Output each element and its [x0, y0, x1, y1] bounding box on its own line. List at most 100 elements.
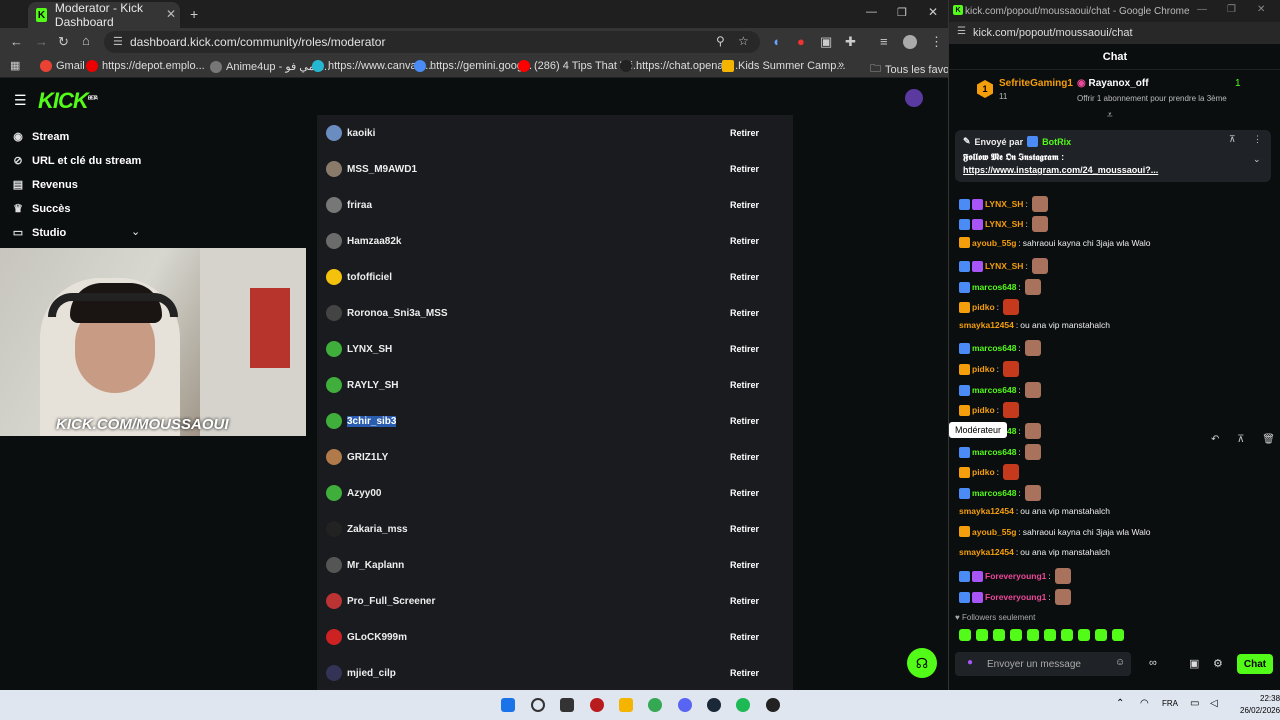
- system-clock[interactable]: 22:38 26/02/2026: [1240, 693, 1280, 717]
- extensions-puzzle-icon[interactable]: ✚: [845, 34, 856, 50]
- address-bar[interactable]: ☰ dashboard.kick.com/community/roles/mod…: [104, 31, 760, 53]
- moderator-badge-icon[interactable]: [959, 384, 970, 396]
- remove-moderator-button[interactable]: Retirer: [730, 236, 759, 246]
- emote-image[interactable]: [1054, 589, 1071, 605]
- remove-moderator-button[interactable]: Retirer: [730, 452, 759, 462]
- file-explorer-icon[interactable]: [619, 698, 633, 712]
- wifi-icon[interactable]: ◠: [1140, 698, 1149, 709]
- emote-item[interactable]: [1010, 629, 1022, 641]
- subscriber-badge-icon[interactable]: [972, 260, 983, 272]
- unpin-icon[interactable]: ⊼: [1229, 134, 1236, 145]
- extension-red-icon[interactable]: ●: [797, 34, 805, 49]
- bookmark-gmail[interactable]: Gmail: [40, 60, 85, 72]
- profile-avatar[interactable]: [903, 35, 917, 49]
- chat-username[interactable]: marcos648: [972, 488, 1016, 498]
- emote-item[interactable]: [1044, 629, 1056, 641]
- chat-input[interactable]: ● Envoyer un message ☺: [955, 652, 1131, 676]
- tab-close-icon[interactable]: ✕: [166, 7, 176, 21]
- chat-username[interactable]: smayka12454: [959, 506, 1014, 516]
- bookmarks-overflow-icon[interactable]: »: [838, 59, 844, 71]
- vip-badge-icon[interactable]: [959, 237, 970, 248]
- chat-username[interactable]: LYNX_SH: [985, 199, 1023, 209]
- spotify-icon[interactable]: [736, 698, 750, 712]
- network-icon[interactable]: ▭: [1190, 698, 1199, 709]
- extension-icon[interactable]: ▣: [820, 34, 832, 50]
- emote-image[interactable]: [1024, 444, 1041, 460]
- moderator-badge-icon[interactable]: [959, 446, 970, 458]
- forward-icon[interactable]: →: [35, 34, 48, 49]
- emote-item[interactable]: [1078, 629, 1090, 641]
- chat-username[interactable]: pidko: [972, 364, 995, 374]
- chat-username[interactable]: LYNX_SH: [985, 261, 1023, 271]
- mic-icon[interactable]: ●: [967, 657, 973, 668]
- pinned-link[interactable]: https://www.instagram.com/24_moussaoui?.…: [963, 165, 1263, 175]
- back-icon[interactable]: ←: [10, 34, 23, 49]
- task-view-icon[interactable]: [560, 698, 574, 712]
- pin-message-icon[interactable]: ⊼: [1237, 434, 1244, 450]
- chat-username[interactable]: smayka12454: [959, 547, 1014, 557]
- emote-item[interactable]: [1061, 629, 1073, 641]
- leader-name[interactable]: SefriteGaming1: [999, 78, 1073, 89]
- remove-moderator-button[interactable]: Retirer: [730, 380, 759, 390]
- settings-gear-icon[interactable]: ⚙: [1213, 657, 1223, 670]
- vip-badge-icon[interactable]: [959, 363, 970, 375]
- chat-username[interactable]: pidko: [972, 405, 995, 415]
- subscriber-badge-icon[interactable]: [972, 218, 983, 230]
- remove-moderator-button[interactable]: Retirer: [730, 164, 759, 174]
- remove-moderator-button[interactable]: Retirer: [730, 344, 759, 354]
- remove-moderator-button[interactable]: Retirer: [730, 524, 759, 534]
- chat-username[interactable]: marcos648: [972, 282, 1016, 292]
- app-red-icon[interactable]: [590, 698, 604, 712]
- zoom-search-icon[interactable]: ⚲: [716, 34, 725, 48]
- home-icon[interactable]: ⌂: [82, 33, 90, 48]
- moderator-badge-icon[interactable]: [959, 218, 970, 230]
- media-control-icon[interactable]: ≡: [880, 34, 888, 49]
- remove-moderator-button[interactable]: Retirer: [730, 416, 759, 426]
- moderator-name[interactable]: Roronoa_Sni3a_MSS: [347, 308, 448, 319]
- moderator-name[interactable]: Hamzaa82k: [347, 236, 401, 247]
- kick-logo[interactable]: KICKBETA: [38, 88, 98, 114]
- apps-grid-icon[interactable]: ▦: [10, 59, 20, 72]
- moderator-name[interactable]: Pro_Full_Screener: [347, 596, 435, 607]
- sidebar-item-stream[interactable]: ◉ Stream: [12, 130, 69, 144]
- emote-item[interactable]: [993, 629, 1005, 641]
- emote-image[interactable]: [1024, 279, 1041, 295]
- subscriber-badge-icon[interactable]: [972, 591, 983, 603]
- close-window-button[interactable]: ✕: [1257, 4, 1265, 15]
- bookmark-gemini[interactable]: https://gemini.goog...: [414, 60, 532, 72]
- sidebar-item-stream-url[interactable]: ⊘ URL et clé du stream: [12, 154, 141, 168]
- remove-moderator-button[interactable]: Retirer: [730, 668, 759, 678]
- emote-image[interactable]: [1054, 568, 1071, 584]
- emote-image[interactable]: [1024, 485, 1041, 501]
- emote-item[interactable]: [976, 629, 988, 641]
- new-tab-button[interactable]: +: [190, 6, 198, 22]
- remove-moderator-button[interactable]: Retirer: [730, 488, 759, 498]
- start-icon[interactable]: [501, 698, 515, 712]
- chat-username[interactable]: pidko: [972, 302, 995, 312]
- volume-icon[interactable]: ◁: [1210, 698, 1218, 709]
- reload-icon[interactable]: ↻: [58, 34, 69, 50]
- emote-image[interactable]: [1024, 382, 1041, 398]
- chat-username[interactable]: ayoub_55g: [972, 527, 1016, 537]
- emote-image[interactable]: [1031, 216, 1048, 232]
- bookmark-kids-camp[interactable]: Kids Summer Camp...: [722, 60, 846, 72]
- channel-points-icon[interactable]: ∞: [1149, 657, 1157, 669]
- vip-badge-icon[interactable]: [959, 466, 970, 478]
- steam-icon[interactable]: [707, 698, 721, 712]
- emote-image[interactable]: [1031, 196, 1048, 212]
- emote-item[interactable]: [1027, 629, 1039, 641]
- moderator-name[interactable]: mjied_cilp: [347, 668, 396, 679]
- emote-image[interactable]: [1031, 258, 1048, 274]
- pinned-menu-icon[interactable]: ⋮: [1253, 134, 1262, 145]
- emote-image[interactable]: [1003, 402, 1020, 418]
- store-icon[interactable]: ▣: [1189, 657, 1199, 670]
- moderator-name[interactable]: Zakaria_mss: [347, 524, 408, 535]
- support-chat-button[interactable]: ☊: [907, 648, 937, 678]
- emote-image[interactable]: [1003, 299, 1020, 315]
- subscriber-badge-icon[interactable]: [972, 570, 983, 582]
- remove-moderator-button[interactable]: Retirer: [730, 308, 759, 318]
- send-chat-button[interactable]: Chat: [1237, 654, 1273, 674]
- pinned-author[interactable]: BotRix: [1042, 137, 1071, 147]
- chat-username[interactable]: marcos648: [972, 447, 1016, 457]
- search-icon[interactable]: [531, 698, 545, 712]
